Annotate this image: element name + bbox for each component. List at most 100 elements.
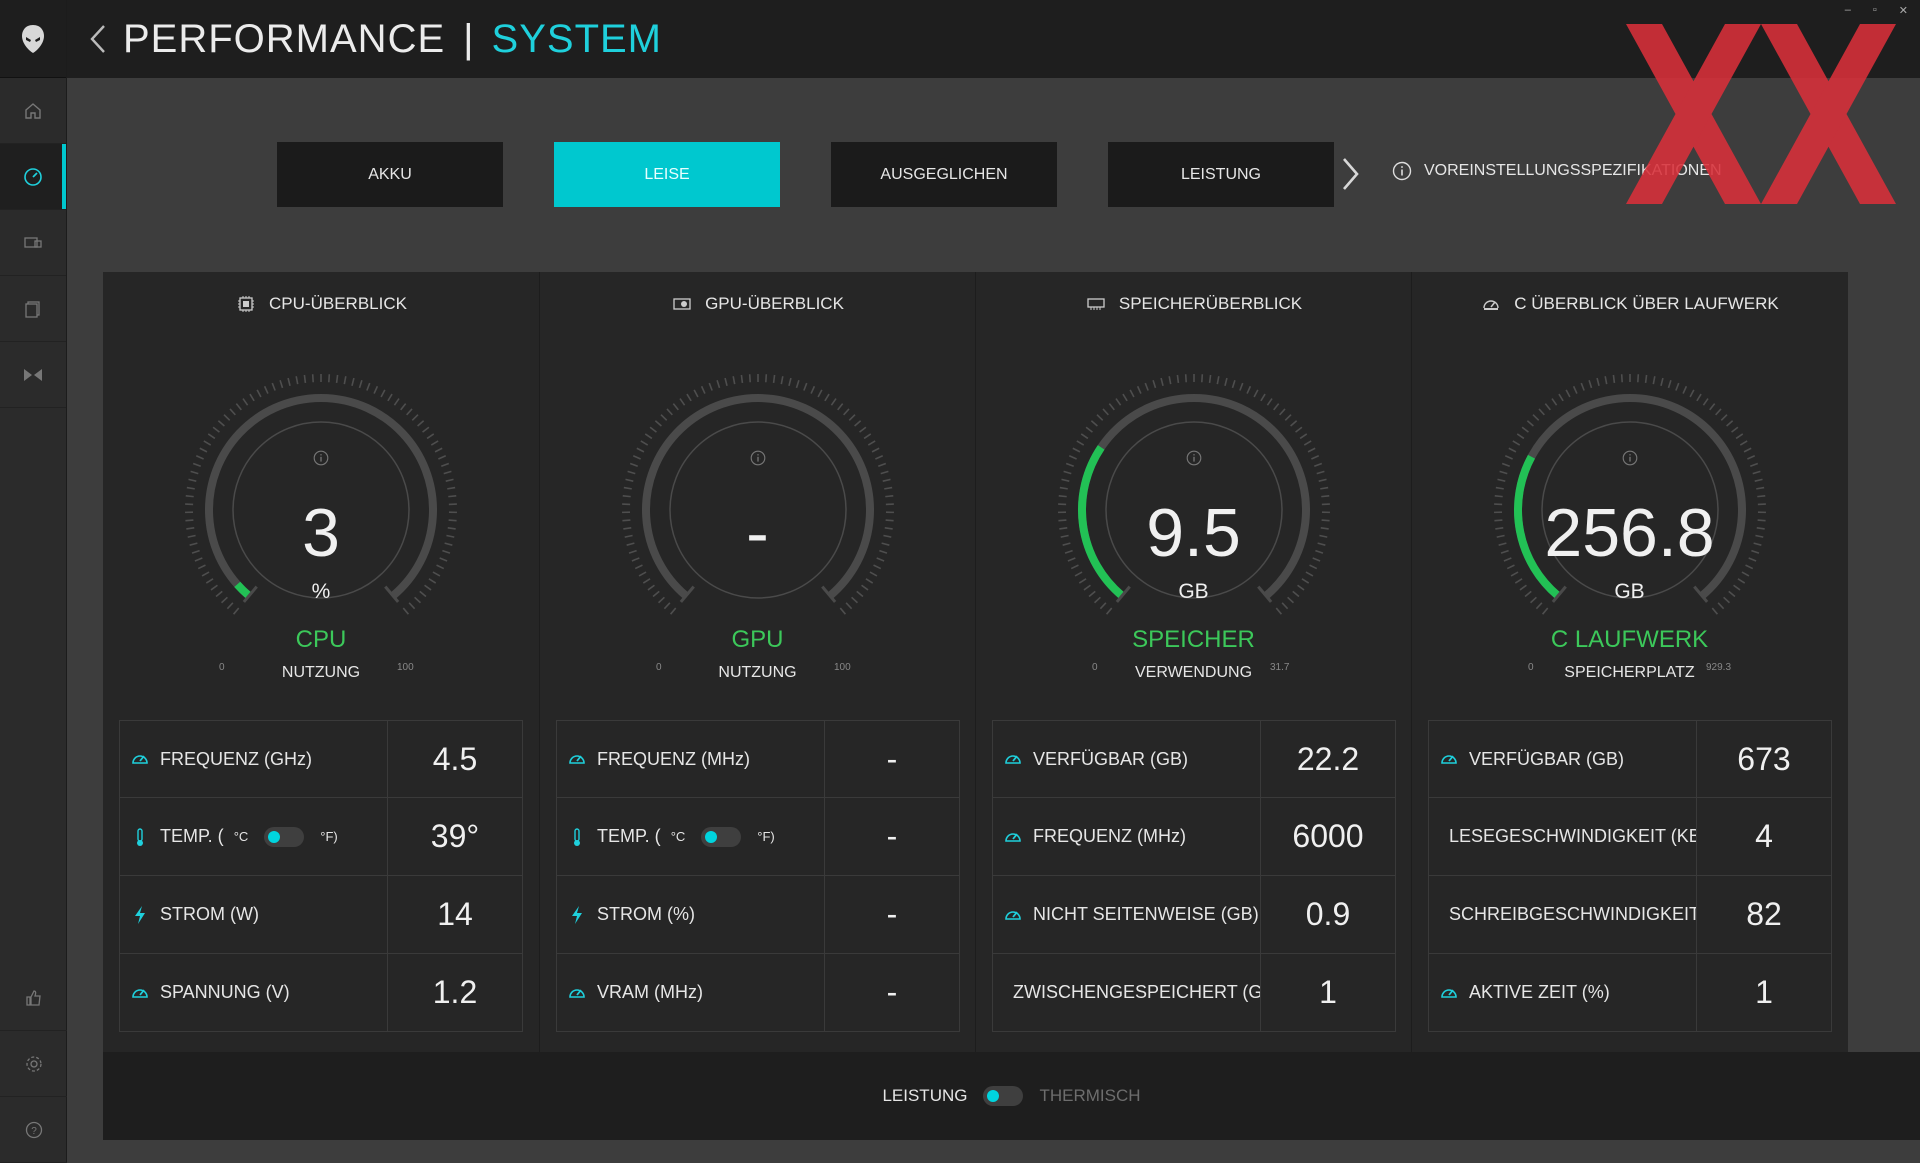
preset-next-button[interactable] bbox=[1340, 152, 1370, 196]
drive-stats-table: VERFÜGBAR (GB) 673 LESEGESCHWINDIGKEIT (KB… bbox=[1428, 720, 1832, 1032]
footer-leistung-label[interactable]: LEISTUNG bbox=[882, 1086, 967, 1106]
gpu-header-label: GPU-ÜBERBLICK bbox=[705, 294, 844, 313]
footer-thermisch-label[interactable]: THERMISCH bbox=[1039, 1086, 1140, 1106]
back-button[interactable] bbox=[89, 19, 113, 59]
sidebar-item-help[interactable]: ? bbox=[0, 1097, 67, 1163]
celsius-label: °C bbox=[670, 829, 686, 844]
stat-value: 0.9 bbox=[1305, 896, 1351, 932]
drive-icon bbox=[1483, 300, 1499, 310]
gpu-overview-header: GPU-ÜBERBLICK bbox=[540, 294, 975, 314]
stat-value: 4.5 bbox=[432, 740, 478, 777]
cpu-gauge-label: CPU bbox=[295, 626, 347, 653]
drive-gauge-max: 929.3 bbox=[1706, 662, 1732, 673]
table-row: FREQUENZ (MHz) - bbox=[556, 720, 960, 798]
gpu-gauge-value: - bbox=[746, 495, 769, 571]
cpu-gauge-sublabel: NUTZUNG bbox=[281, 664, 361, 681]
gauge-icon bbox=[569, 988, 585, 998]
drive-gauge-label: C LAUFWERK bbox=[1550, 626, 1709, 653]
table-row: FREQUENZ (GHz) 4.5 bbox=[119, 720, 523, 798]
stat-label-cell: TEMP. (°C °F) bbox=[557, 798, 825, 875]
preset-leise-button[interactable]: LEISE bbox=[554, 142, 780, 207]
memory-overview-column: SPEICHERÜBERBLICK 9.5 GB SPEICHER VERWENDUN… bbox=[975, 272, 1411, 1052]
drive-gauge-sublabel: SPEICHERPLATZ bbox=[1564, 664, 1695, 681]
preset-leistung-button[interactable]: LEISTUNG bbox=[1108, 142, 1334, 207]
memory-gauge-info[interactable] bbox=[976, 450, 1411, 471]
stat-label: VERFÜGBAR (GB) bbox=[1469, 748, 1625, 769]
stat-label: STROM (%) bbox=[597, 904, 695, 924]
bolt-icon bbox=[572, 905, 582, 924]
window-controls: – ▫ ✕ bbox=[1845, 4, 1908, 17]
stat-value: 14 bbox=[437, 896, 473, 932]
drive-gauge-info[interactable] bbox=[1412, 450, 1847, 471]
stat-label-cell: FREQUENZ (MHz) bbox=[557, 721, 825, 797]
stat-value: 1 bbox=[1755, 974, 1773, 1010]
memory-gauge-label: SPEICHER bbox=[1132, 626, 1255, 653]
gauge-icon bbox=[1441, 988, 1457, 998]
table-row: STROM (%) - bbox=[556, 876, 960, 954]
cpu-gauge-min: 0 bbox=[219, 662, 225, 673]
sidebar-item-controller[interactable] bbox=[0, 210, 66, 276]
stat-label: SCHREIBGESCHWINDIGKEIT (KB/s) bbox=[1449, 904, 1697, 924]
table-row: LESEGESCHWINDIGKEIT (KB/s) 4 bbox=[1428, 798, 1832, 876]
stat-label: AKTIVE ZEIT (%) bbox=[1469, 982, 1610, 1002]
overview-panel: CPU-ÜBERBLICK 3% CPU NUTZUNG 0 100 FREQUENZ (… bbox=[103, 272, 1848, 1052]
page-title: PERFORMANCE bbox=[123, 16, 446, 61]
controller-icon bbox=[24, 236, 42, 248]
stat-label-cell: TEMP. (°C °F) bbox=[120, 798, 388, 875]
alienware-logo[interactable] bbox=[0, 0, 66, 78]
gpu-gauge-min: 0 bbox=[656, 662, 662, 673]
temp-unit-toggle[interactable] bbox=[701, 826, 742, 847]
xx-watermark-logo bbox=[1626, 24, 1896, 204]
sidebar-item-library[interactable] bbox=[0, 276, 66, 342]
stat-label: VERFÜGBAR (GB) bbox=[1033, 748, 1189, 769]
page-subtitle: SYSTEM bbox=[491, 16, 663, 61]
maximize-button[interactable]: ▫ bbox=[1873, 4, 1877, 17]
sidebar-item-performance[interactable] bbox=[0, 144, 66, 210]
alien-head-icon bbox=[22, 24, 44, 53]
fahrenheit-label: °F) bbox=[757, 829, 775, 844]
minimize-button[interactable]: – bbox=[1845, 4, 1851, 17]
table-row: VRAM (MHz) - bbox=[556, 954, 960, 1032]
close-button[interactable]: ✕ bbox=[1899, 4, 1908, 17]
gauge-icon bbox=[1441, 755, 1457, 764]
table-row: SPANNUNG (V) 1.2 bbox=[119, 954, 523, 1032]
memory-gauge-unit: GB bbox=[1178, 580, 1209, 603]
performance-thermal-toggle[interactable] bbox=[983, 1086, 1024, 1106]
cpu-gauge-info[interactable] bbox=[103, 450, 539, 471]
cpu-gauge-value: 3 bbox=[302, 495, 340, 571]
cpu-icon bbox=[238, 296, 255, 312]
temp-unit-toggle[interactable] bbox=[264, 826, 305, 847]
stat-label-cell: VRAM (MHz) bbox=[557, 954, 825, 1031]
gpu-gauge-info[interactable] bbox=[540, 450, 975, 471]
sidebar-item-settings[interactable] bbox=[0, 1031, 67, 1097]
stat-value: - bbox=[886, 896, 898, 932]
preset-ausgeglichen-button[interactable]: AUSGEGLICHEN bbox=[831, 142, 1057, 207]
gauge-icon bbox=[1005, 832, 1021, 842]
sidebar-item-feedback[interactable] bbox=[0, 965, 67, 1031]
table-row: TEMP. (°C °F) - bbox=[556, 798, 960, 876]
table-row: FREQUENZ (MHz) 6000 bbox=[992, 798, 1396, 876]
info-icon bbox=[1622, 450, 1637, 466]
thermometer-icon bbox=[137, 827, 143, 846]
cpu-overview-column: CPU-ÜBERBLICK 3% CPU NUTZUNG 0 100 FREQUENZ (… bbox=[103, 272, 539, 1052]
table-row: STROM (W) 14 bbox=[119, 876, 523, 954]
stat-label: LESEGESCHWINDIGKEIT (KB/s) bbox=[1449, 826, 1697, 846]
stat-label-cell: FREQUENZ (GHz) bbox=[120, 721, 388, 797]
memory-icon bbox=[1087, 298, 1105, 310]
preset-akku-button[interactable]: AKKU bbox=[277, 142, 503, 207]
gpu-overview-column: GPU-ÜBERBLICK - GPU NUTZUNG 0 100 FREQUENZ (M… bbox=[539, 272, 975, 1052]
table-row: NICHT SEITENWEISE (GB) 0.9 bbox=[992, 876, 1396, 954]
view-toggle-bar: LEISTUNG THERMISCH bbox=[103, 1052, 1920, 1140]
memory-header-label: SPEICHERÜBERBLICK bbox=[1118, 294, 1303, 313]
stat-value: 39° bbox=[430, 818, 480, 854]
gauge-icon bbox=[1005, 755, 1021, 764]
memory-gauge-sublabel: VERWENDUNG bbox=[1134, 664, 1253, 681]
sidebar-item-macros[interactable] bbox=[0, 342, 66, 408]
gauge-icon bbox=[132, 755, 148, 764]
speedometer-icon bbox=[24, 167, 42, 186]
stat-label: VRAM (MHz) bbox=[597, 982, 703, 1002]
stat-label-cell: SPANNUNG (V) bbox=[120, 954, 388, 1031]
thermometer-icon bbox=[574, 827, 580, 846]
sidebar-item-home[interactable] bbox=[0, 78, 66, 144]
cpu-gauge-max: 100 bbox=[397, 662, 414, 673]
